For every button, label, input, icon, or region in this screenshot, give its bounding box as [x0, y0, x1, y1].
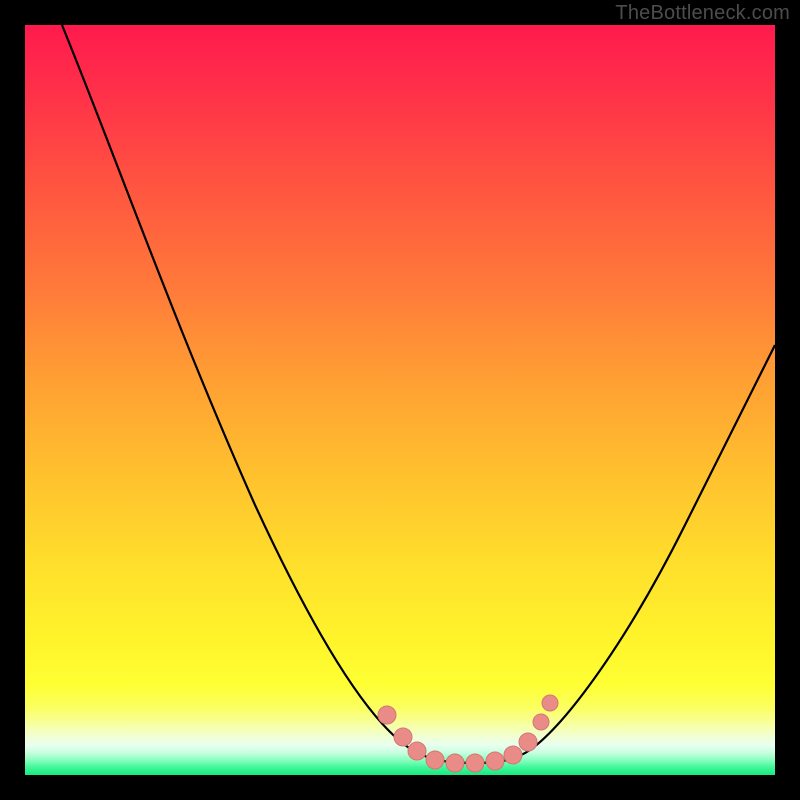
chart-marker	[486, 752, 504, 770]
curve-layer	[25, 25, 775, 775]
marker-group	[378, 695, 558, 772]
chart-marker	[408, 742, 426, 760]
plot-area	[25, 25, 775, 775]
chart-marker	[446, 754, 464, 772]
chart-marker	[466, 754, 484, 772]
chart-marker	[542, 695, 558, 711]
chart-marker	[426, 751, 444, 769]
chart-marker	[394, 728, 412, 746]
chart-marker	[378, 706, 396, 724]
chart-marker	[533, 714, 549, 730]
chart-marker	[519, 733, 537, 751]
chart-marker	[504, 746, 522, 764]
watermark-text: TheBottleneck.com	[615, 2, 790, 25]
chart-frame: TheBottleneck.com	[0, 0, 800, 800]
bottleneck-curve	[62, 25, 775, 763]
